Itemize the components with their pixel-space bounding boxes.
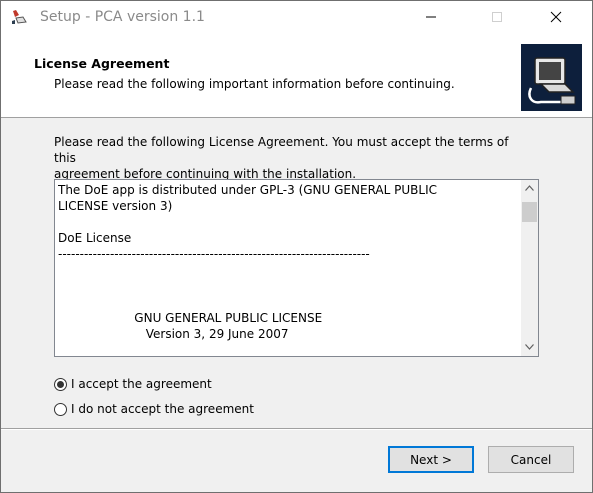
setup-window: Setup - PCA version 1.1 License Agreemen… xyxy=(0,0,593,493)
footer-divider xyxy=(1,428,592,430)
cancel-button[interactable]: Cancel xyxy=(488,446,574,473)
scroll-down-button[interactable] xyxy=(521,339,538,356)
license-text: The DoE app is distributed under GPL-3 (… xyxy=(58,183,437,341)
next-button[interactable]: Next > xyxy=(388,446,474,473)
license-text-box[interactable]: The DoE app is distributed under GPL-3 (… xyxy=(54,179,539,357)
decline-label[interactable]: I do not accept the agreement xyxy=(71,402,254,416)
wizard-header: License Agreement Please read the follow… xyxy=(1,33,592,118)
maximize-button[interactable] xyxy=(474,1,520,33)
close-icon xyxy=(550,11,562,23)
accept-label[interactable]: I accept the agreement xyxy=(71,377,212,391)
intro-text: Please read the following License Agreem… xyxy=(54,134,534,182)
page-subtitle: Please read the following important info… xyxy=(54,77,455,91)
chevron-up-icon xyxy=(525,185,534,191)
scroll-thumb[interactable] xyxy=(522,202,537,222)
window-title: Setup - PCA version 1.1 xyxy=(40,9,205,25)
close-button[interactable] xyxy=(533,1,579,33)
scroll-up-button[interactable] xyxy=(521,180,538,197)
license-scrollbar[interactable] xyxy=(521,180,538,356)
setup-app-icon xyxy=(11,9,29,25)
accept-option[interactable]: I accept the agreement xyxy=(54,375,212,393)
page-title: License Agreement xyxy=(34,56,170,71)
decline-radio[interactable] xyxy=(54,402,67,416)
decline-option[interactable]: I do not accept the agreement xyxy=(54,400,254,418)
minimize-button[interactable] xyxy=(408,1,454,33)
title-bar[interactable]: Setup - PCA version 1.1 xyxy=(1,1,592,33)
intro-line-1: Please read the following License Agreem… xyxy=(54,135,509,165)
accept-radio[interactable] xyxy=(54,377,67,391)
maximize-icon xyxy=(492,12,502,22)
minimize-icon xyxy=(426,16,436,18)
computer-installer-image xyxy=(521,44,582,111)
chevron-down-icon xyxy=(525,344,534,350)
